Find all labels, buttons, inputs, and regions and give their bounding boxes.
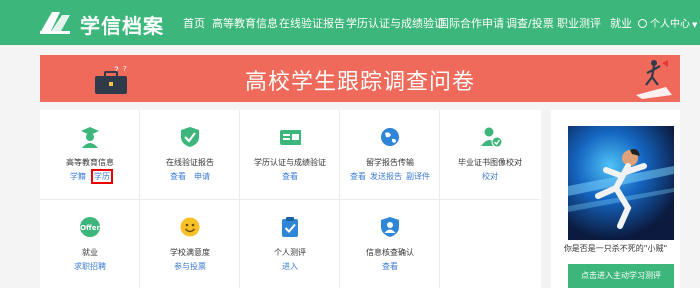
nav-home[interactable]: 首页 [183,15,205,31]
smiley-icon [180,217,200,237]
link-copy[interactable]: 副译件 [406,172,430,181]
service-employment: Offer 就业 求职招聘 [40,200,140,288]
sprinter-illustration-icon [568,148,674,229]
link-enter[interactable]: 进入 [282,262,298,271]
link-job-search[interactable]: 求职招聘 [74,262,106,271]
service-links: 求职招聘 [40,261,140,272]
service-title: 高等教育信息 [66,158,114,167]
id-card-icon [280,130,301,145]
service-title: 学校满意度 [170,248,210,257]
user-icon [638,19,647,28]
offer-icon: Offer [80,217,100,237]
service-title: 在线验证报告 [166,158,214,167]
nav-degree-certification[interactable]: 学历认证与成绩验证 [346,15,445,31]
service-title: 留学报告传输 [366,158,414,167]
link-vote[interactable]: 参与投票 [174,262,206,271]
services-panel: 高等教育信息 学籍 学历 在线验证报告 查看 申请 学历认证与成绩验证 查看 留… [40,110,541,288]
user-check-icon [481,127,502,148]
nav-online-verification[interactable]: 在线验证报告 [279,15,345,31]
link-view[interactable]: 查看 [382,262,398,271]
service-links: 查看 申请 [140,171,240,182]
user-menu[interactable]: 个人中心 ▼ [638,15,697,30]
link-view[interactable]: 查看 [170,172,186,181]
service-title: 学历认证与成绩验证 [254,158,326,167]
nav-career-assessment[interactable]: 职业测评 [557,15,601,31]
graduate-icon [81,127,99,148]
top-header: 学信档案 首页 高等教育信息 在线验证报告 学历认证与成绩验证 国际合作申请 调… [0,0,700,45]
service-higher-education: 高等教育信息 学籍 学历 [40,110,140,200]
service-title: 个人测评 [274,248,306,257]
service-links: 参与投票 [140,261,240,272]
link-view[interactable]: 查看 [282,172,298,181]
service-title: 毕业证书图像校对 [458,158,522,167]
nav-higher-education[interactable]: 高等教育信息 [212,15,278,31]
chevron-down-icon: ▼ [692,21,698,29]
start-assessment-button[interactable]: 点击进入主动学习测评 [568,264,674,288]
nav-survey-vote[interactable]: 调查/投票 [506,15,554,31]
service-certificate-image: 毕业证书图像校对 校对 [440,110,540,200]
survey-banner[interactable]: ? ? 高校学生跟踪调查问卷 [40,55,680,102]
link-apply[interactable]: 申请 [194,172,210,181]
runner-illustration-icon [636,60,672,99]
link-send-report[interactable]: 发送报告 [370,172,402,181]
assessment-promo: 你是否是一只杀不死的"小贼" 点击进入主动学习测评 [551,110,680,288]
globe-icon [381,128,399,146]
promo-caption: 你是否是一只杀不死的"小贼" [563,244,668,253]
service-personal-assessment: 个人测评 进入 [240,200,340,288]
link-student-status[interactable]: 学籍 [70,172,86,181]
promo-image[interactable] [568,126,674,240]
link-view[interactable]: 查看 [350,172,366,181]
service-links: 查看 发送报告 副译件 [340,171,440,182]
service-links: 查看 [340,261,440,272]
svg-text:Offer: Offer [80,224,100,232]
service-degree-certification: 学历认证与成绩验证 查看 [240,110,340,200]
link-degree[interactable]: 学历 [91,169,113,184]
service-title: 信息核查确认 [366,248,414,257]
link-proofread[interactable]: 校对 [482,172,498,181]
service-links: 校对 [440,171,540,182]
service-study-abroad-report: 留学报告传输 查看 发送报告 副译件 [340,110,440,200]
clipboard-icon [282,217,298,237]
nav-employment[interactable]: 就业 [610,15,632,31]
service-online-verification: 在线验证报告 查看 申请 [140,110,240,200]
user-menu-label: 个人中心 [650,19,690,30]
shield-check-icon [181,127,199,147]
service-school-satisfaction: 学校满意度 参与投票 [140,200,240,288]
banner-title: 高校学生跟踪调查问卷 [244,70,475,95]
nav-international[interactable]: 国际合作申请 [438,15,504,31]
service-title: 就业 [82,248,98,257]
service-info-verification: 信息核查确认 查看 [340,200,440,288]
service-empty-cell [440,200,540,288]
service-links: 进入 [240,261,340,272]
user-shield-icon [381,217,399,237]
logo-icon[interactable] [38,9,72,36]
service-links: 查看 [240,171,340,182]
service-links: 学籍 学历 [40,169,140,184]
site-logo-text[interactable]: 学信档案 [80,10,164,39]
